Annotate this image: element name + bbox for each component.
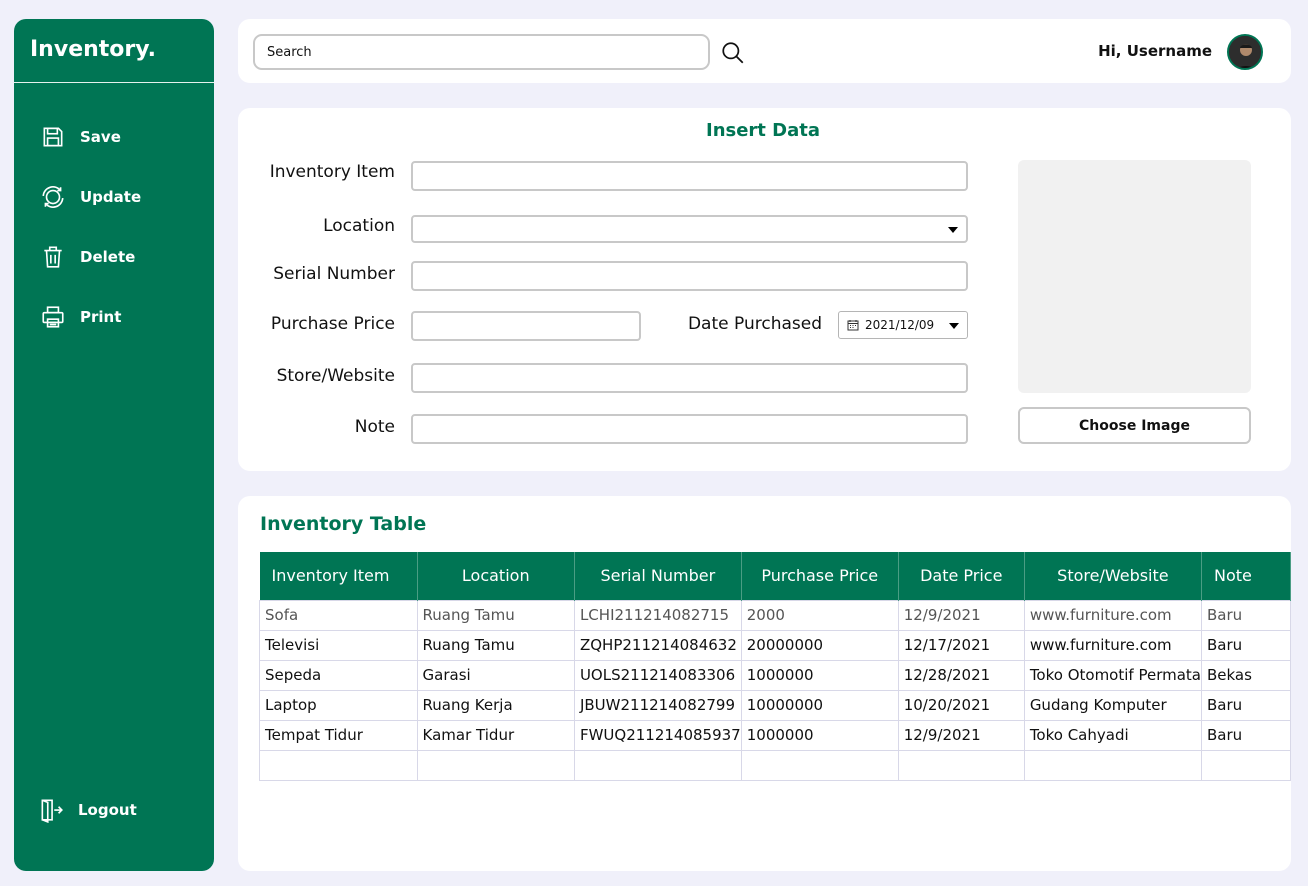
sidebar-item-print[interactable]: Print <box>40 304 121 330</box>
table-cell: Tempat Tidur <box>259 719 418 751</box>
logout-label: Logout <box>78 801 137 819</box>
table-cell: Garasi <box>416 659 575 691</box>
table-cell: 10000000 <box>740 689 899 721</box>
table-header-row: Inventory Item Location Serial Number Pu… <box>259 552 1292 600</box>
table-cell: 1000000 <box>740 719 899 751</box>
table-cell: 12/9/2021 <box>897 719 1025 751</box>
printer-icon <box>42 306 64 328</box>
column-header[interactable]: Location <box>417 552 575 600</box>
column-header[interactable]: Date Price <box>898 552 1025 600</box>
trash-icon <box>44 246 62 268</box>
inventory-table-panel: Inventory Table Inventory Item Location … <box>238 496 1292 871</box>
table-cell: Gudang Komputer <box>1023 689 1202 721</box>
table-cell: Toko Otomotif Permata <box>1023 659 1202 691</box>
app-title: Inventory. <box>14 19 214 83</box>
table-cell: Baru <box>1200 689 1292 721</box>
inventory-table: Inventory Item Location Serial Number Pu… <box>259 552 1292 781</box>
table-cell: Ruang Tamu <box>416 629 575 661</box>
location-select[interactable] <box>411 215 968 243</box>
image-preview <box>1018 160 1251 393</box>
user-greeting: Hi, Username <box>1098 42 1212 60</box>
table-cell: ZQHP211214084632 <box>573 629 742 661</box>
table-cell: Bekas <box>1200 659 1292 691</box>
table-cell: Ruang Kerja <box>416 689 575 721</box>
search-input[interactable] <box>253 34 710 70</box>
sidebar: Inventory. Save Update Delete Print Logo… <box>14 19 214 871</box>
table-cell: 1000000 <box>740 659 899 691</box>
date-purchased-picker[interactable]: 2021/12/09 <box>838 311 968 339</box>
table-cell: www.furniture.com <box>1023 629 1202 661</box>
chevron-down-icon <box>948 227 958 233</box>
table-row[interactable]: Tempat Tidur Kamar Tidur FWUQ21121408593… <box>259 719 1292 751</box>
label-note: Note <box>354 417 395 437</box>
user-photo-icon <box>1229 36 1261 68</box>
date-value: 2021/12/09 <box>865 318 935 332</box>
table-cell: Kamar Tidur <box>416 719 575 751</box>
column-header[interactable]: Inventory Item <box>259 552 418 600</box>
table-cell: Baru <box>1200 719 1292 751</box>
serial-number-field[interactable] <box>411 261 968 291</box>
logout-icon <box>41 799 63 823</box>
sidebar-item-label: Print <box>80 308 122 326</box>
insert-data-panel: Insert Data Inventory Item Location Seri… <box>238 108 1291 471</box>
search-icon[interactable] <box>720 40 746 66</box>
table-cell: 2000 <box>740 599 899 631</box>
table-row[interactable]: Televisi Ruang Tamu ZQHP211214084632 200… <box>259 629 1292 661</box>
table-cell: Baru <box>1200 629 1292 661</box>
column-header[interactable]: Note <box>1201 552 1292 600</box>
label-inventory-item: Inventory Item <box>269 162 395 182</box>
table-cell: JBUW211214082799 <box>573 689 742 721</box>
sidebar-item-delete[interactable]: Delete <box>40 244 135 270</box>
store-website-field[interactable] <box>411 363 968 393</box>
topbar: Hi, Username <box>238 19 1291 83</box>
table-cell: 12/17/2021 <box>897 629 1025 661</box>
table-cell: 12/9/2021 <box>897 599 1025 631</box>
column-header[interactable]: Purchase Price <box>741 552 899 600</box>
table-row[interactable]: Laptop Ruang Kerja JBUW211214082799 1000… <box>259 689 1292 721</box>
inventory-item-field[interactable] <box>411 161 968 191</box>
table-row[interactable]: Sofa Ruang Tamu LCHI211214082715 2000 12… <box>259 599 1292 631</box>
note-field[interactable] <box>411 414 968 444</box>
table-cell: 20000000 <box>740 629 899 661</box>
label-location: Location <box>323 216 395 236</box>
column-header[interactable]: Store/Website <box>1024 552 1202 600</box>
table-cell: Televisi <box>259 629 418 661</box>
table-cell: www.furniture.com <box>1023 599 1202 631</box>
sidebar-item-save[interactable]: Save <box>40 124 121 150</box>
label-serial-number: Serial Number <box>273 264 395 284</box>
table-row[interactable]: Sepeda Garasi UOLS211214083306 1000000 1… <box>259 659 1292 691</box>
purchase-price-field[interactable] <box>411 311 641 341</box>
table-cell: 10/20/2021 <box>897 689 1025 721</box>
refresh-icon <box>42 186 64 208</box>
table-cell: LCHI211214082715 <box>573 599 742 631</box>
table-cell: 12/28/2021 <box>897 659 1025 691</box>
table-cell: FWUQ211214085937 <box>573 719 742 751</box>
label-date-purchased: Date Purchased <box>687 314 822 334</box>
table-cell: UOLS211214083306 <box>573 659 742 691</box>
table-cell: Ruang Tamu <box>416 599 575 631</box>
logout-button[interactable]: Logout <box>38 797 137 823</box>
save-icon <box>43 127 63 147</box>
sidebar-item-label: Save <box>80 128 121 146</box>
calendar-icon <box>847 320 859 331</box>
table-cell: Sepeda <box>259 659 418 691</box>
chevron-down-icon[interactable] <box>949 323 959 329</box>
label-purchase-price: Purchase Price <box>270 314 395 334</box>
sidebar-item-update[interactable]: Update <box>40 184 141 210</box>
table-cell: Baru <box>1200 599 1292 631</box>
column-header[interactable]: Serial Number <box>574 552 742 600</box>
panel-title: Insert Data <box>706 120 821 141</box>
avatar[interactable] <box>1227 34 1263 70</box>
sidebar-item-label: Delete <box>80 248 136 266</box>
table-cell: Toko Cahyadi <box>1023 719 1202 751</box>
table-cell: Laptop <box>259 689 418 721</box>
choose-image-button[interactable]: Choose Image <box>1018 407 1251 444</box>
label-store-website: Store/Website <box>276 366 395 386</box>
table-row-empty[interactable] <box>259 749 1292 781</box>
panel-title: Inventory Table <box>260 513 427 535</box>
table-cell: Sofa <box>259 599 418 631</box>
sidebar-item-label: Update <box>80 188 142 206</box>
